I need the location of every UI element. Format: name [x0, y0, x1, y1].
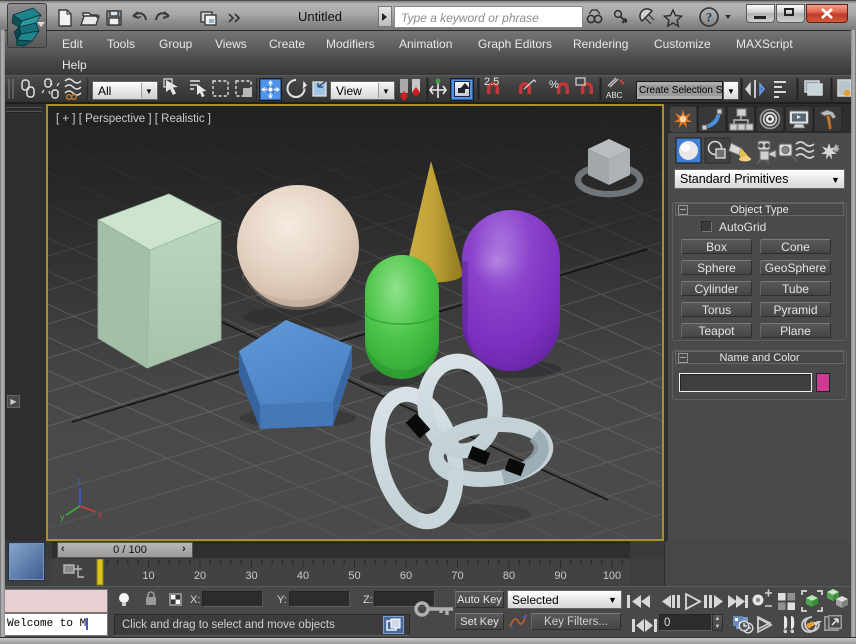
svg-text:80: 80 — [503, 570, 515, 582]
svg-text:30: 30 — [245, 570, 257, 582]
svg-text:2.5: 2.5 — [484, 76, 499, 88]
svg-text:?: ? — [706, 10, 713, 25]
svg-text:60: 60 — [400, 570, 412, 582]
svg-text:x: x — [98, 510, 103, 520]
svg-text:90: 90 — [554, 570, 566, 582]
svg-text:10: 10 — [142, 570, 154, 582]
svg-text:[ + ] [ Perspective ] [ Realis: [ + ] [ Perspective ] [ Realistic ] — [56, 113, 211, 125]
svg-text:50: 50 — [348, 570, 360, 582]
svg-text:100: 100 — [603, 570, 621, 582]
svg-text:20: 20 — [194, 570, 206, 582]
svg-text:%: % — [549, 79, 559, 91]
svg-text:z: z — [77, 476, 82, 486]
svg-text:70: 70 — [451, 570, 463, 582]
svg-text:40: 40 — [297, 570, 309, 582]
svg-text:ABC: ABC — [606, 91, 623, 100]
svg-text:y: y — [60, 512, 65, 522]
